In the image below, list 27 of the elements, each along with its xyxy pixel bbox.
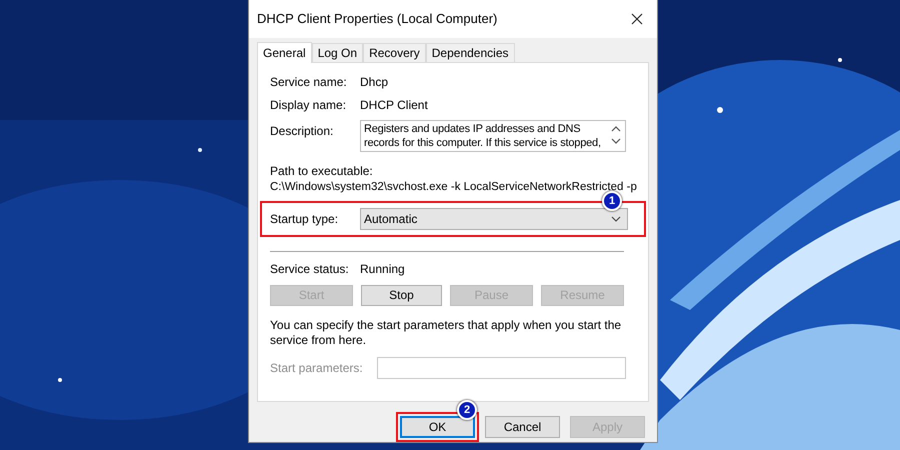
field-label: Startup type: [270,212,340,226]
field-label: Path to executable: [270,164,374,178]
tab[interactable]: Log On [312,42,364,62]
field-label: Display name: [270,98,348,112]
close-icon[interactable] [631,12,643,25]
dialog-button[interactable]: Cancel [485,416,560,438]
field-label: Service name: [270,74,348,89]
hint-text: You can specify the start parameters that apply when you start the service from here. [270,318,622,348]
description-box[interactable]: Registers and updates IP addresses and DNS records for this computer. If this service is stopped, [360,120,626,152]
field-label: Service status: [270,262,350,276]
chevron-down-icon [611,216,621,222]
field-value: Running [360,262,405,276]
field-label: Start parameters: [270,360,364,375]
tab[interactable]: General [257,42,312,63]
scroll-down-icon[interactable] [611,138,621,144]
window-title: DHCP Client Properties (Local Computer) [257,11,498,26]
step-badge: 1 [602,190,622,211]
path-text: C:\Windows\system32\svchost.exe -k LocalServiceNetworkRestricted -p [270,180,636,193]
startup-type-dropdown[interactable]: Automatic [360,208,628,230]
scroll-up-icon[interactable] [611,126,621,132]
field-label: Description: [270,124,334,138]
dialog-button[interactable]: OK [400,416,475,438]
field-value: DHCP Client [360,98,428,112]
tab[interactable]: Recovery [363,42,426,62]
tab[interactable]: Dependencies [426,42,514,62]
field-value: Dhcp [360,74,388,89]
service-button[interactable]: Stop [361,284,442,306]
